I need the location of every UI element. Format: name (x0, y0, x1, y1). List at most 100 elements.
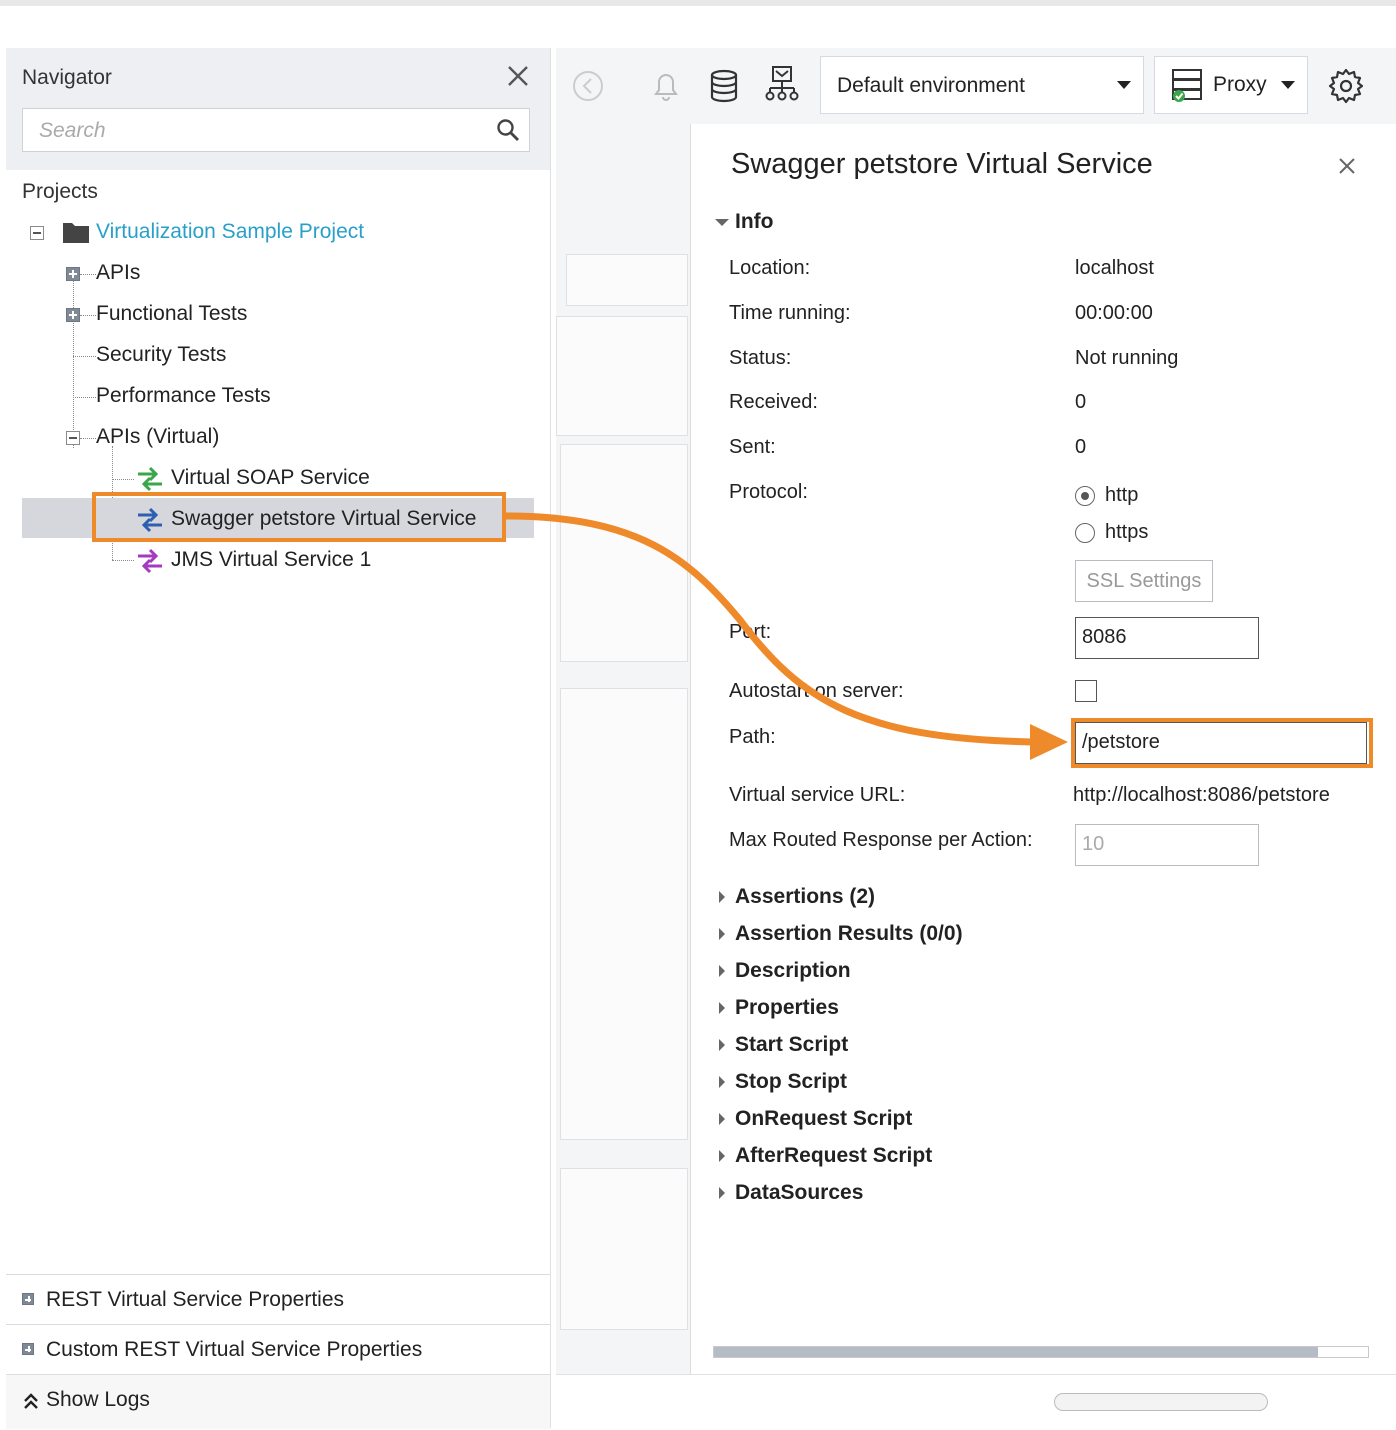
expand-arrow-icon[interactable] (719, 1113, 725, 1125)
expand-arrow-icon[interactable] (719, 891, 725, 903)
projects-label: Projects (22, 180, 98, 203)
port-label: Port: (729, 621, 772, 643)
description-section-header[interactable]: Description (735, 959, 851, 983)
navigator-panel: Navigator Projects Virtualization Sample… (6, 48, 551, 1429)
virtual-service-icon (138, 466, 162, 492)
database-icon[interactable] (704, 66, 744, 106)
search-box (22, 108, 530, 152)
custom-rest-properties-panel[interactable]: Custom REST Virtual Service Properties (6, 1324, 550, 1375)
environment-select[interactable]: Default environment (820, 56, 1144, 114)
location-value: localhost (1075, 257, 1154, 279)
collapse-arrow-icon[interactable] (715, 219, 729, 226)
assertion-results-section-header[interactable]: Assertion Results (0/0) (735, 922, 963, 946)
max-routed-input[interactable]: 10 (1075, 824, 1259, 866)
tree-item-security-tests[interactable]: Security Tests (96, 343, 226, 367)
network-icon[interactable] (762, 64, 802, 104)
tree-item-apis[interactable]: APIs (96, 261, 140, 285)
ghost-panel (566, 254, 688, 306)
dropdown-arrow-icon (1117, 81, 1131, 89)
scrollbar-thumb[interactable] (714, 1347, 1318, 1357)
gear-icon[interactable] (1326, 66, 1366, 106)
expand-toggle[interactable] (66, 308, 80, 322)
sent-value: 0 (1075, 436, 1087, 458)
virtual-url-label: Virtual service URL: (729, 784, 906, 806)
received-value: 0 (1075, 391, 1087, 413)
path-highlight-box (1071, 718, 1373, 768)
expand-toggle[interactable] (66, 267, 80, 281)
tree-item-performance-tests[interactable]: Performance Tests (96, 384, 271, 408)
expand-toggle[interactable] (22, 1343, 34, 1355)
close-icon[interactable] (1337, 156, 1357, 176)
show-logs-label: Show Logs (46, 1388, 150, 1411)
collapse-toggle[interactable] (66, 431, 80, 445)
environment-label: Default environment (837, 74, 1025, 97)
protocol-http-radio[interactable] (1075, 486, 1095, 506)
collapse-toggle[interactable] (30, 226, 44, 240)
custom-rest-properties-label: Custom REST Virtual Service Properties (46, 1338, 423, 1361)
server-icon (1172, 69, 1202, 102)
protocol-label: Protocol: (729, 481, 808, 503)
expand-toggle[interactable] (22, 1293, 34, 1305)
search-icon[interactable] (495, 117, 521, 143)
proxy-button[interactable]: Proxy (1154, 56, 1308, 114)
inspector-title: Swagger petstore Virtual Service (731, 148, 1153, 180)
ghost-panel (560, 444, 688, 662)
proxy-label: Proxy (1213, 73, 1267, 96)
protocol-https-radio[interactable] (1075, 523, 1095, 543)
inspector-panel: Swagger petstore Virtual Service Info Lo… (690, 124, 1387, 1376)
virtual-url-value: http://localhost:8086/petstore (1073, 784, 1330, 806)
chevron-up-icon (24, 1393, 38, 1409)
search-input[interactable] (37, 118, 461, 144)
expand-arrow-icon[interactable] (719, 928, 725, 940)
tree-item-functional-tests[interactable]: Functional Tests (96, 302, 247, 326)
tree-connector (112, 560, 134, 561)
bottom-bar (556, 1374, 1396, 1429)
selection-highlight-box (92, 492, 506, 542)
expand-arrow-icon[interactable] (719, 965, 725, 977)
afterrequest-script-section-header[interactable]: AfterRequest Script (735, 1144, 932, 1168)
autostart-label: Autostart on server: (729, 680, 904, 702)
rest-properties-panel[interactable]: REST Virtual Service Properties (6, 1274, 550, 1325)
tree-item-jms-service[interactable]: JMS Virtual Service 1 (171, 548, 371, 572)
bell-icon[interactable] (646, 66, 686, 106)
ghost-panel (556, 316, 688, 436)
tree-item-apis-virtual[interactable]: APIs (Virtual) (96, 425, 219, 449)
onrequest-script-section-header[interactable]: OnRequest Script (735, 1107, 912, 1131)
back-icon[interactable] (568, 66, 608, 106)
horizontal-scrollbar[interactable] (713, 1346, 1369, 1358)
show-logs-bar[interactable]: Show Logs (6, 1374, 550, 1429)
close-icon[interactable] (504, 62, 532, 90)
received-label: Received: (729, 391, 818, 413)
folder-icon (63, 223, 89, 243)
path-label: Path: (729, 726, 776, 748)
expand-arrow-icon[interactable] (719, 1002, 725, 1014)
expand-arrow-icon[interactable] (719, 1039, 725, 1051)
expand-arrow-icon[interactable] (719, 1076, 725, 1088)
time-running-label: Time running: (729, 302, 851, 324)
datasources-section-header[interactable]: DataSources (735, 1181, 863, 1205)
expand-arrow-icon[interactable] (719, 1150, 725, 1162)
assertions-section-header[interactable]: Assertions (2) (735, 885, 875, 909)
properties-section-header[interactable]: Properties (735, 996, 839, 1020)
start-script-section-header[interactable]: Start Script (735, 1033, 848, 1057)
bottom-scrollbar[interactable] (1054, 1393, 1268, 1411)
tree-connector (112, 479, 134, 480)
expand-arrow-icon[interactable] (719, 1187, 725, 1199)
stop-script-section-header[interactable]: Stop Script (735, 1070, 847, 1094)
protocol-http-label: http (1105, 484, 1139, 506)
ghost-panel (560, 1168, 688, 1330)
max-routed-label: Max Routed Response per Action: (729, 829, 1033, 851)
tree-connector (80, 274, 96, 275)
tree-connector (80, 438, 96, 439)
info-section-header[interactable]: Info (735, 210, 773, 234)
autostart-checkbox[interactable] (1075, 680, 1097, 702)
sent-label: Sent: (729, 436, 776, 458)
virtual-service-icon (138, 548, 162, 574)
tree-item-virtual-soap[interactable]: Virtual SOAP Service (171, 466, 370, 490)
tree-item-project[interactable]: Virtualization Sample Project (96, 220, 364, 244)
ssl-settings-button[interactable]: SSL Settings (1075, 560, 1213, 602)
port-input[interactable]: 8086 (1075, 617, 1259, 659)
navigator-title: Navigator (22, 66, 112, 89)
time-running-value: 00:00:00 (1075, 302, 1153, 324)
tree-connector (73, 268, 74, 448)
